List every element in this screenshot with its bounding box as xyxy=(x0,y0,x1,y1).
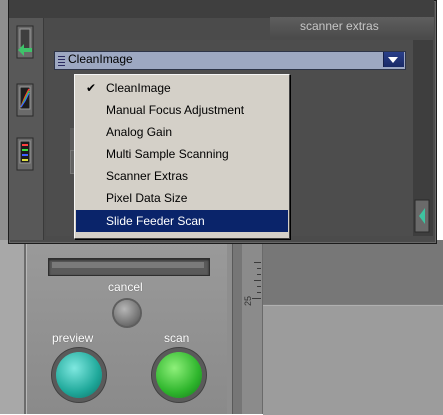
preview-button[interactable] xyxy=(56,352,102,398)
chevron-down-icon xyxy=(388,57,398,63)
menu-item-pixel-data-size[interactable]: Pixel Data Size xyxy=(76,187,288,209)
menu-item-label: Pixel Data Size xyxy=(106,191,188,205)
ruler-top-area xyxy=(262,240,443,304)
menu-item-multi-sample-scanning[interactable]: Multi Sample Scanning xyxy=(76,143,288,165)
ruler-label: 25 xyxy=(243,295,254,307)
check-icon: ✔ xyxy=(86,81,97,95)
menu-item-scanner-extras[interactable]: Scanner Extras xyxy=(76,165,288,187)
cancel-button[interactable] xyxy=(114,300,140,326)
menu-item-label: Analog Gain xyxy=(106,125,173,139)
scan-settings-icon[interactable] xyxy=(14,24,36,60)
window-top-strip xyxy=(9,0,434,18)
menu-item-slide-feeder-scan[interactable]: Slide Feeder Scan xyxy=(76,210,288,232)
window-title: scanner extras xyxy=(300,19,379,33)
scan-button[interactable] xyxy=(156,352,202,398)
scan-label: scan xyxy=(164,331,190,345)
cancel-label: cancel xyxy=(108,280,143,294)
menu-item-label: Slide Feeder Scan xyxy=(106,214,205,228)
dropdown-selected-value: CleanImage xyxy=(68,52,133,66)
grip-icon xyxy=(58,54,65,66)
color-balance-icon[interactable] xyxy=(14,136,36,172)
progress-bar-track xyxy=(52,262,204,268)
preview-canvas[interactable] xyxy=(263,305,443,415)
menu-item-cleanimage[interactable]: ✔ CleanImage xyxy=(76,77,288,99)
curves-tool-icon[interactable] xyxy=(14,82,36,118)
menu-item-label: Manual Focus Adjustment xyxy=(106,103,245,117)
panel-left-strip xyxy=(0,240,26,414)
menu-item-manual-focus-adjustment[interactable]: Manual Focus Adjustment xyxy=(76,99,288,121)
menu-item-analog-gain[interactable]: Analog Gain xyxy=(76,121,288,143)
menu-item-label: Multi Sample Scanning xyxy=(106,147,229,161)
dropdown-menu: ✔ CleanImage Manual Focus Adjustment Ana… xyxy=(74,74,290,239)
expand-arrow-icon[interactable] xyxy=(414,198,430,234)
preview-label: preview xyxy=(52,331,94,345)
menu-item-label: CleanImage xyxy=(106,81,171,95)
vertical-ruler xyxy=(242,240,263,414)
menu-item-label: Scanner Extras xyxy=(106,169,189,183)
